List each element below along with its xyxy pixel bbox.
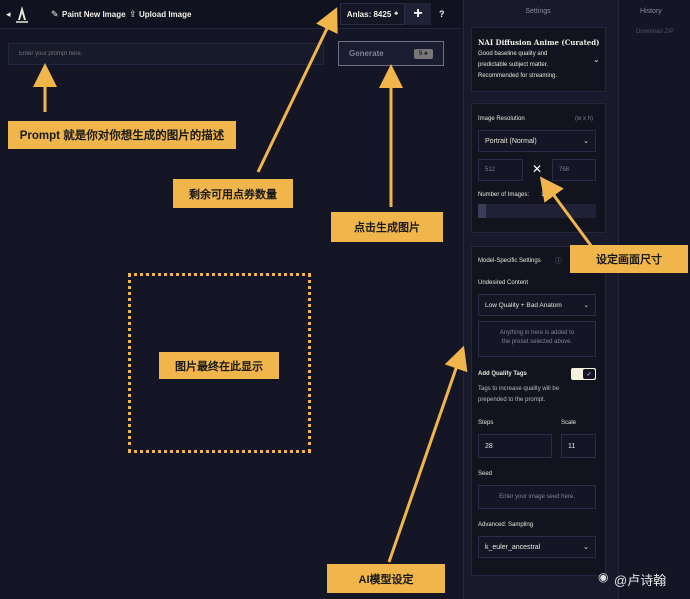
arrow-anlas — [256, 7, 338, 173]
arrow-model — [387, 345, 468, 563]
arrow-resolution — [539, 176, 594, 248]
annotation-prompt: Prompt 就是你对你想生成的图片的描述 — [8, 121, 236, 149]
annotation-resolution: 设定画面尺寸 — [570, 245, 688, 273]
weibo-icon: ◉ — [598, 570, 609, 584]
annotation-model: AI模型设定 — [327, 564, 445, 593]
annotation-arrows — [33, 7, 594, 563]
annotation-anlas: 剩余可用点券数量 — [173, 179, 293, 208]
watermark: @卢诗翰 — [614, 573, 667, 588]
annotation-generate: 点击生成图片 — [331, 212, 443, 242]
annotation-display: 图片最终在此显示 — [159, 352, 279, 379]
